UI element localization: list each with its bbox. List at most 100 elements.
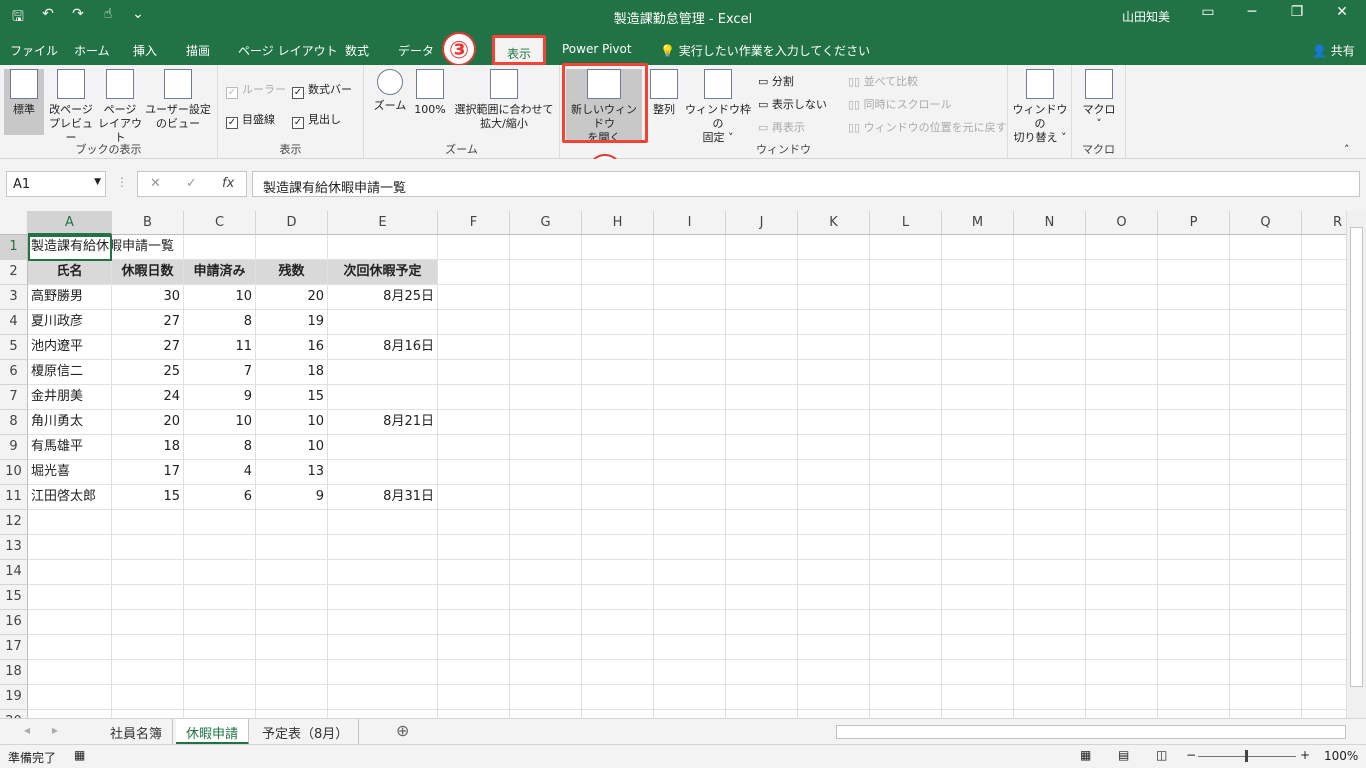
row-header[interactable]: 3 — [0, 285, 28, 310]
cell[interactable]: 高野勝男 — [28, 285, 112, 310]
cell[interactable] — [1014, 685, 1086, 710]
cell[interactable] — [942, 610, 1014, 635]
column-header[interactable]: E — [328, 211, 438, 235]
zoom-slider-thumb[interactable] — [1245, 750, 1248, 762]
cell[interactable]: 榎原信二 — [28, 360, 112, 385]
cell[interactable]: 27 — [112, 335, 184, 360]
cell[interactable] — [1302, 360, 1346, 385]
cell[interactable]: 17 — [112, 460, 184, 485]
cell[interactable] — [510, 310, 582, 335]
cell[interactable] — [328, 660, 438, 685]
cell[interactable] — [510, 535, 582, 560]
cell[interactable] — [942, 260, 1014, 285]
cell[interactable] — [184, 710, 256, 718]
cell[interactable] — [1302, 710, 1346, 718]
cell[interactable] — [582, 385, 654, 410]
share-button[interactable]: 👤 共有 — [1312, 42, 1355, 59]
cell[interactable] — [798, 635, 870, 660]
cell[interactable] — [438, 535, 510, 560]
cell[interactable] — [112, 685, 184, 710]
row-header[interactable]: 6 — [0, 360, 28, 385]
select-all-corner[interactable] — [0, 211, 28, 235]
cell[interactable] — [1086, 235, 1158, 260]
cell[interactable] — [726, 610, 798, 635]
cell[interactable] — [328, 460, 438, 485]
cell[interactable] — [726, 560, 798, 585]
cell[interactable] — [328, 560, 438, 585]
cell[interactable] — [1086, 685, 1158, 710]
tell-me-search[interactable]: 💡 実行したい作業を入力してください — [660, 42, 870, 59]
cell[interactable] — [438, 510, 510, 535]
cell[interactable] — [510, 410, 582, 435]
cancel-icon[interactable]: ✕ — [150, 176, 161, 191]
cell[interactable]: 10 — [256, 435, 328, 460]
cell[interactable] — [510, 685, 582, 710]
cell[interactable] — [1158, 585, 1230, 610]
column-header[interactable]: J — [726, 211, 798, 235]
cell[interactable]: 4 — [184, 460, 256, 485]
cell[interactable]: 18 — [256, 360, 328, 385]
cell[interactable] — [654, 235, 726, 260]
cell[interactable] — [798, 535, 870, 560]
cell[interactable] — [870, 710, 942, 718]
cell[interactable] — [1158, 260, 1230, 285]
row-header[interactable]: 4 — [0, 310, 28, 335]
cell[interactable] — [1014, 635, 1086, 660]
cell[interactable] — [798, 610, 870, 635]
cell[interactable] — [28, 635, 112, 660]
cell[interactable] — [510, 710, 582, 718]
cell[interactable] — [28, 660, 112, 685]
tab-file[interactable]: ファイル — [10, 42, 58, 59]
cell[interactable] — [256, 510, 328, 535]
column-header[interactable]: D — [256, 211, 328, 235]
cell[interactable] — [1230, 685, 1302, 710]
cell[interactable] — [726, 310, 798, 335]
cell[interactable] — [726, 585, 798, 610]
row-header[interactable]: 17 — [0, 635, 28, 660]
cell[interactable] — [798, 310, 870, 335]
cell[interactable] — [510, 660, 582, 685]
cell[interactable] — [942, 385, 1014, 410]
cell[interactable] — [112, 510, 184, 535]
cell[interactable] — [1086, 660, 1158, 685]
cell[interactable] — [726, 485, 798, 510]
cell[interactable] — [942, 435, 1014, 460]
cell[interactable] — [328, 235, 438, 260]
column-header[interactable]: P — [1158, 211, 1230, 235]
cell[interactable] — [582, 535, 654, 560]
cell-header[interactable]: 休暇日数 — [112, 260, 184, 285]
cell[interactable] — [1014, 235, 1086, 260]
dropdown-icon[interactable]: ▼ — [94, 177, 101, 187]
cell-header[interactable]: 氏名 — [28, 260, 112, 285]
cell[interactable] — [942, 635, 1014, 660]
cell[interactable]: 19 — [256, 310, 328, 335]
cell[interactable] — [942, 535, 1014, 560]
cell[interactable] — [184, 585, 256, 610]
cell[interactable]: 角川勇太 — [28, 410, 112, 435]
cell[interactable] — [870, 460, 942, 485]
cell[interactable] — [942, 685, 1014, 710]
cell[interactable] — [328, 310, 438, 335]
cell[interactable] — [184, 685, 256, 710]
headings-checkbox[interactable]: ✓ 見出し — [292, 111, 341, 129]
add-sheet-icon[interactable]: ⊕ — [396, 721, 409, 740]
column-header[interactable]: L — [870, 211, 942, 235]
cell[interactable] — [328, 385, 438, 410]
cell[interactable] — [328, 435, 438, 460]
cell[interactable] — [438, 410, 510, 435]
column-header[interactable]: H — [582, 211, 654, 235]
column-header[interactable]: I — [654, 211, 726, 235]
cell[interactable] — [1302, 685, 1346, 710]
cell[interactable] — [798, 335, 870, 360]
cell[interactable] — [438, 235, 510, 260]
cell[interactable] — [1302, 285, 1346, 310]
cell[interactable] — [1302, 485, 1346, 510]
cell[interactable] — [1086, 385, 1158, 410]
cell[interactable] — [726, 710, 798, 718]
cell[interactable] — [798, 360, 870, 385]
cell[interactable]: 8月31日 — [328, 485, 438, 510]
cell[interactable] — [870, 610, 942, 635]
cell[interactable] — [112, 560, 184, 585]
cell[interactable]: 7 — [184, 360, 256, 385]
row-header[interactable]: 5 — [0, 335, 28, 360]
